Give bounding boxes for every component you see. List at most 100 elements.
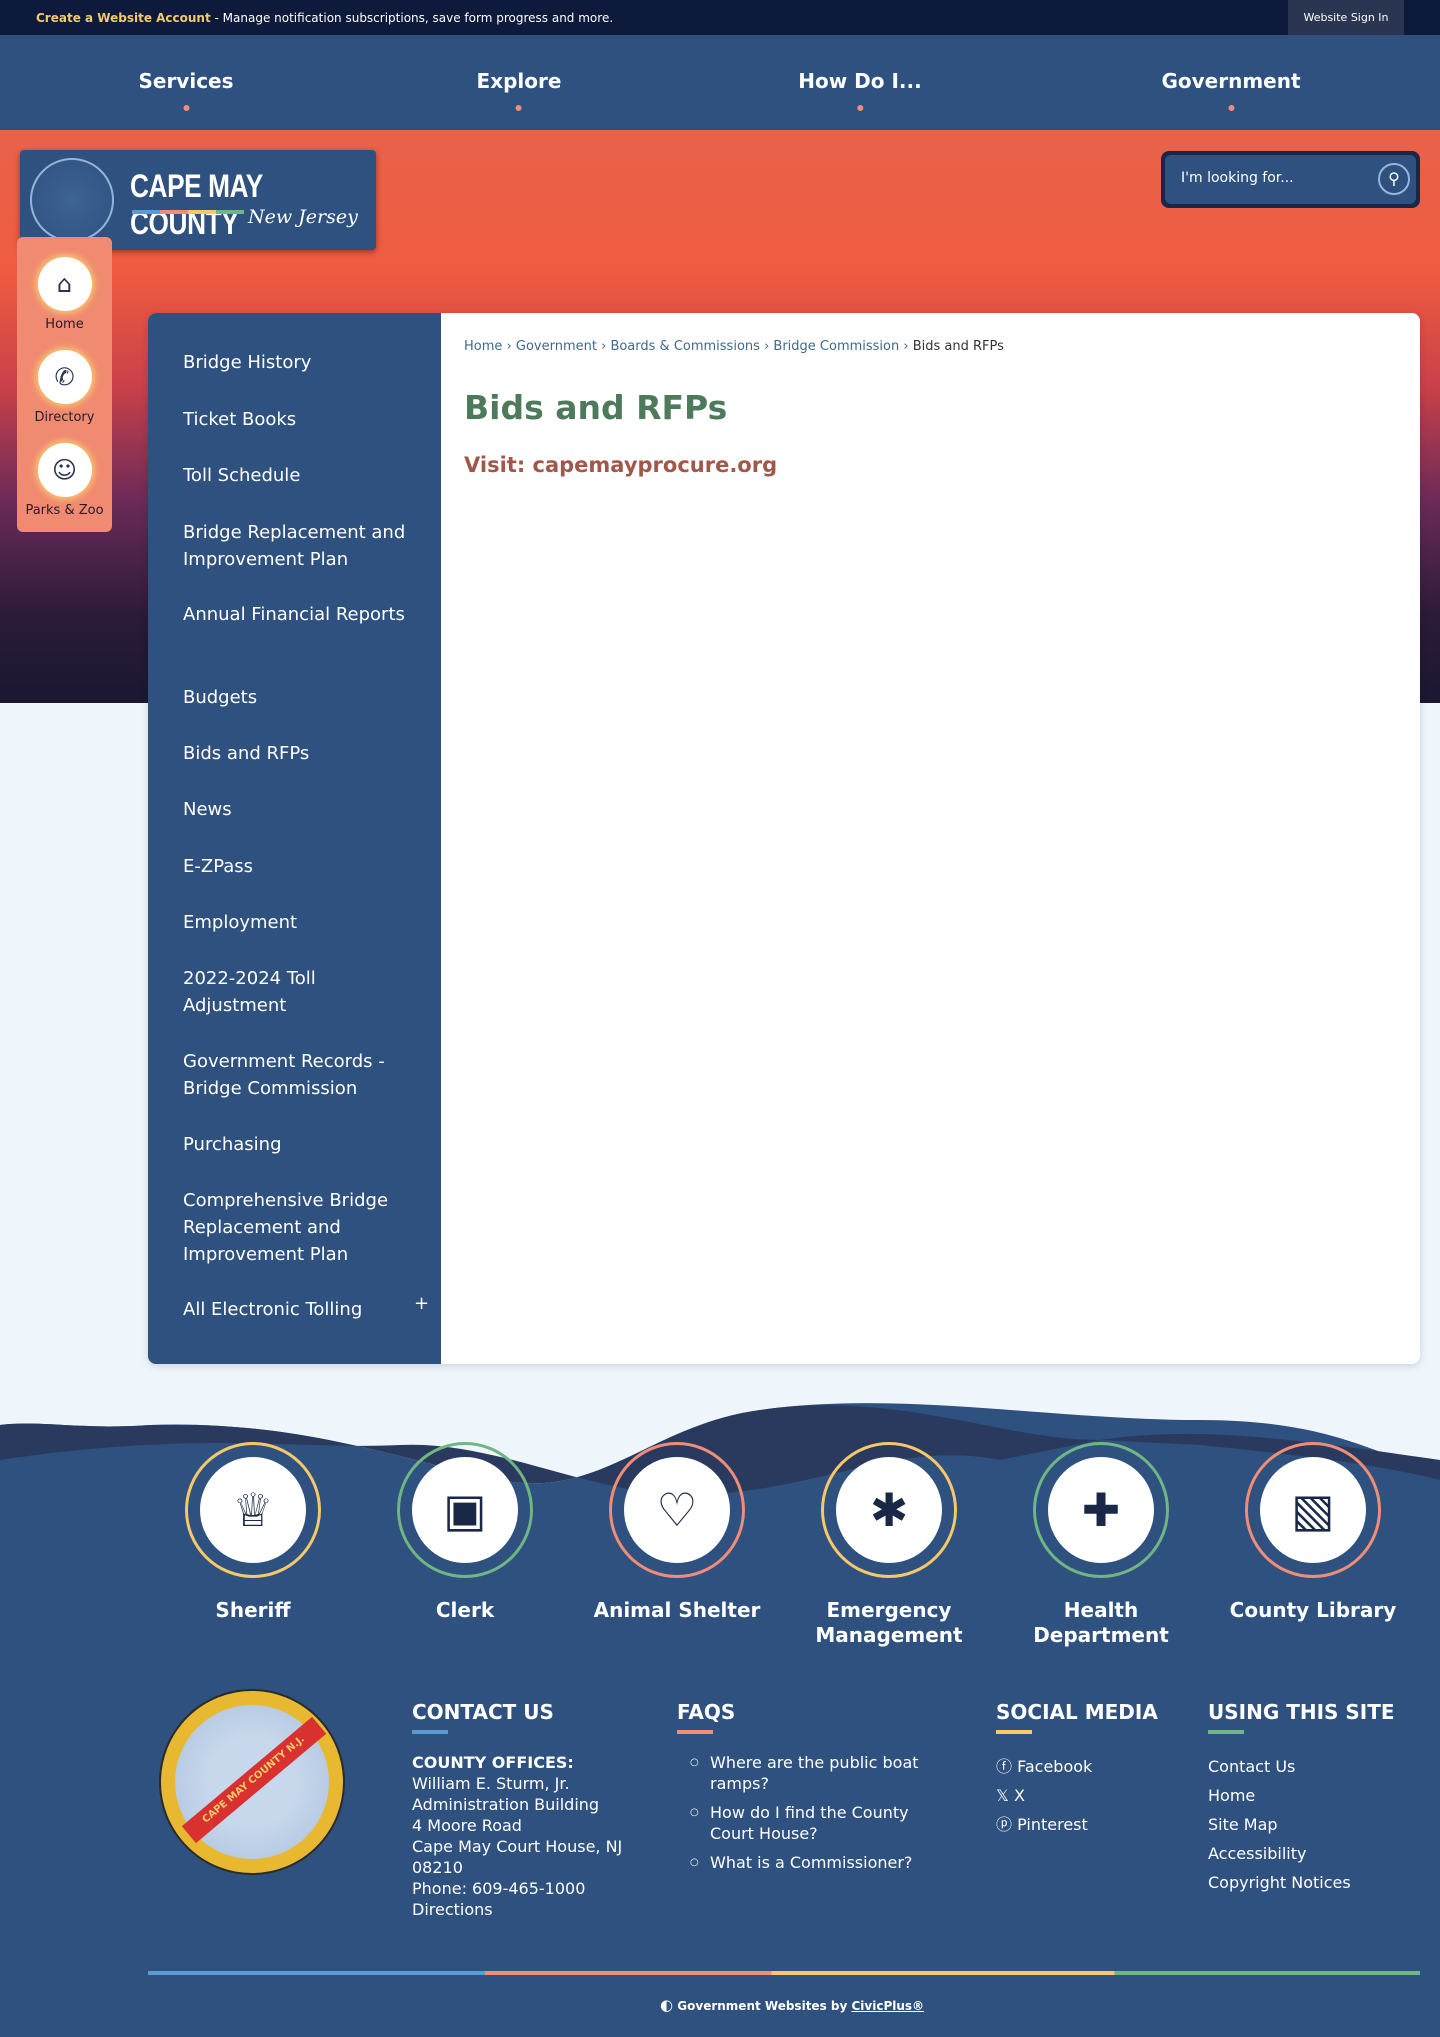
sidebar-item[interactable]: All Electronic Tolling	[183, 1296, 413, 1323]
site-heading: USING THIS SITE	[1208, 1700, 1395, 1724]
nav-how-do-i[interactable]: How Do I...	[798, 69, 921, 111]
footer-link[interactable]: Contact Us	[1208, 1752, 1351, 1781]
sidebar-item[interactable]: Employment	[183, 909, 413, 936]
graphic-link-sheriff[interactable]: ♕ Sheriff	[148, 1442, 358, 1623]
expand-icon[interactable]: +	[414, 1293, 429, 1314]
police-hat-icon: ♕	[200, 1457, 306, 1563]
underline	[412, 1730, 448, 1734]
footer-link[interactable]: Home	[1208, 1781, 1351, 1810]
quick-link-directory[interactable]: ✆ Directory	[17, 350, 112, 425]
civic-prefix: Government Websites by	[677, 1999, 852, 2013]
faq-item[interactable]: ○ What is a Commissioner?	[690, 1852, 940, 1873]
social-x[interactable]: 𝕏 X	[996, 1781, 1092, 1810]
civicplus-icon: ◐	[660, 1996, 674, 2014]
civicplus-credit: ◐ Government Websites by CivicPlus®	[660, 1996, 924, 2014]
breadcrumb-link[interactable]: Home	[464, 339, 502, 354]
sidebar-item[interactable]: Comprehensive Bridge Replacement and Imp…	[183, 1187, 413, 1268]
sidebar-item[interactable]: Government Records - Bridge Commission	[183, 1048, 413, 1102]
underline	[996, 1730, 1032, 1734]
social-pinterest[interactable]: ⓟ Pinterest	[996, 1810, 1092, 1839]
seal-text: CAPE MAY COUNTY N.J.	[181, 1716, 327, 1844]
breadcrumb-current: Bids and RFPs	[912, 339, 1004, 354]
faqs-heading: FAQS	[677, 1700, 736, 1724]
graphic-link-health-department[interactable]: ✚ Health Department	[996, 1442, 1206, 1648]
contact-line: Cape May Court House, NJ	[412, 1837, 623, 1856]
graphic-link-label: Sheriff	[215, 1598, 291, 1622]
nav-services[interactable]: Services	[138, 69, 233, 111]
county-seal-icon	[30, 158, 114, 242]
nav-explore[interactable]: Explore	[477, 69, 562, 111]
breadcrumb: Home › Government › Boards & Commissions…	[464, 339, 1004, 354]
sidebar-item[interactable]: Annual Financial Reports	[183, 601, 413, 628]
social-facebook[interactable]: ⓕ Facebook	[996, 1752, 1092, 1781]
breadcrumb-link[interactable]: Boards & Commissions	[610, 339, 759, 354]
county-seal-logo: CAPE MAY COUNTY N.J.	[161, 1691, 343, 1873]
sidebar-item[interactable]: E-ZPass	[183, 853, 413, 880]
logo-subtitle: New Jersey	[248, 206, 358, 228]
ring: ♕	[185, 1442, 321, 1578]
faq-item[interactable]: ○ How do I find the County Court House?	[690, 1802, 940, 1844]
underline	[677, 1730, 713, 1734]
quick-link-label: Home	[45, 317, 84, 332]
ring: ♡	[609, 1442, 745, 1578]
books-icon: ▧	[1260, 1457, 1366, 1563]
sidebar-item[interactable]: Toll Schedule	[183, 462, 413, 489]
logo-stripe	[132, 210, 244, 214]
social-label: Facebook	[1017, 1757, 1093, 1776]
facebook-icon: ⓕ	[996, 1757, 1013, 1776]
phone-icon: ✆	[37, 350, 92, 404]
file-box-icon: ▣	[412, 1457, 518, 1563]
footer-link[interactable]: Copyright Notices	[1208, 1868, 1351, 1897]
hands-cross-icon: ✚	[1048, 1457, 1154, 1563]
social-label: Pinterest	[1017, 1815, 1088, 1834]
breadcrumb-link[interactable]: Bridge Commission	[773, 339, 899, 354]
sidebar-item[interactable]: Ticket Books	[183, 406, 413, 433]
graphic-link-clerk[interactable]: ▣ Clerk	[360, 1442, 570, 1623]
sidebar-item[interactable]: Bids and RFPs	[183, 740, 413, 767]
social-label: X	[1013, 1786, 1025, 1805]
faq-text: What is a Commissioner?	[710, 1853, 913, 1872]
create-account-link[interactable]: Create a Website Account	[36, 11, 211, 25]
faq-list: ○ Where are the public boat ramps? ○ How d…	[690, 1752, 940, 1873]
contact-line: Administration Building	[412, 1795, 600, 1814]
graphic-link-animal-shelter[interactable]: ♡ Animal Shelter	[572, 1442, 782, 1623]
ring: ✱	[821, 1442, 957, 1578]
top-bar-message: - Manage notification subscriptions, sav…	[210, 11, 614, 25]
graphic-link-county-library[interactable]: ▧ County Library	[1208, 1442, 1418, 1623]
quick-link-home[interactable]: ⌂ Home	[17, 257, 112, 332]
civicplus-link[interactable]: CivicPlus®	[851, 1999, 924, 2013]
sidebar-item[interactable]: Bridge History	[183, 349, 413, 376]
directions-link[interactable]: Directions	[412, 1899, 642, 1920]
offices-label: COUNTY OFFICES:	[412, 1753, 574, 1772]
sidebar-item[interactable]: News	[183, 796, 413, 823]
pinterest-icon: ⓟ	[996, 1815, 1013, 1834]
color-bar	[148, 1971, 1420, 1975]
quick-link-parks-zoo[interactable]: ☺ Parks & Zoo	[17, 443, 112, 518]
search-placeholder: I'm looking for...	[1181, 170, 1294, 186]
search-icon[interactable]: ⚲	[1378, 163, 1410, 195]
search-box: I'm looking for... ⚲	[1161, 151, 1420, 208]
sign-in-button[interactable]: Website Sign In	[1288, 0, 1404, 35]
graphic-link-emergency-management[interactable]: ✱ Emergency Management	[784, 1442, 994, 1648]
site-logo[interactable]: CAPE MAY COUNTY New Jersey	[20, 150, 376, 250]
nav-government[interactable]: Government	[1161, 69, 1300, 111]
sidebar-item[interactable]: Purchasing	[183, 1131, 413, 1158]
sidebar-nav: Bridge History Ticket Books Toll Schedul…	[148, 313, 441, 1364]
sidebar-item[interactable]: 2022-2024 Toll Adjustment	[183, 965, 413, 1019]
contact-line: 4 Moore Road	[412, 1816, 522, 1835]
graphic-link-label: Animal Shelter	[593, 1598, 761, 1622]
quick-link-label: Parks & Zoo	[25, 503, 104, 518]
sidebar-item[interactable]: Budgets	[183, 684, 413, 711]
x-icon: 𝕏	[996, 1786, 1009, 1805]
procurement-link[interactable]: Visit: capemayprocure.org	[464, 453, 777, 477]
main-nav: Services Explore How Do I... Government	[0, 35, 1440, 130]
sidebar-item[interactable]: Bridge Replacement and Improvement Plan	[183, 519, 413, 573]
footer-link[interactable]: Accessibility	[1208, 1839, 1351, 1868]
medical-kit-icon: ✱	[836, 1457, 942, 1563]
footer-link[interactable]: Site Map	[1208, 1810, 1351, 1839]
faq-text: How do I find the County Court House?	[710, 1803, 909, 1843]
search-input[interactable]: I'm looking for... ⚲	[1165, 155, 1416, 204]
quick-link-label: Directory	[34, 410, 95, 425]
faq-item[interactable]: ○ Where are the public boat ramps?	[690, 1752, 940, 1794]
breadcrumb-link[interactable]: Government	[516, 339, 597, 354]
